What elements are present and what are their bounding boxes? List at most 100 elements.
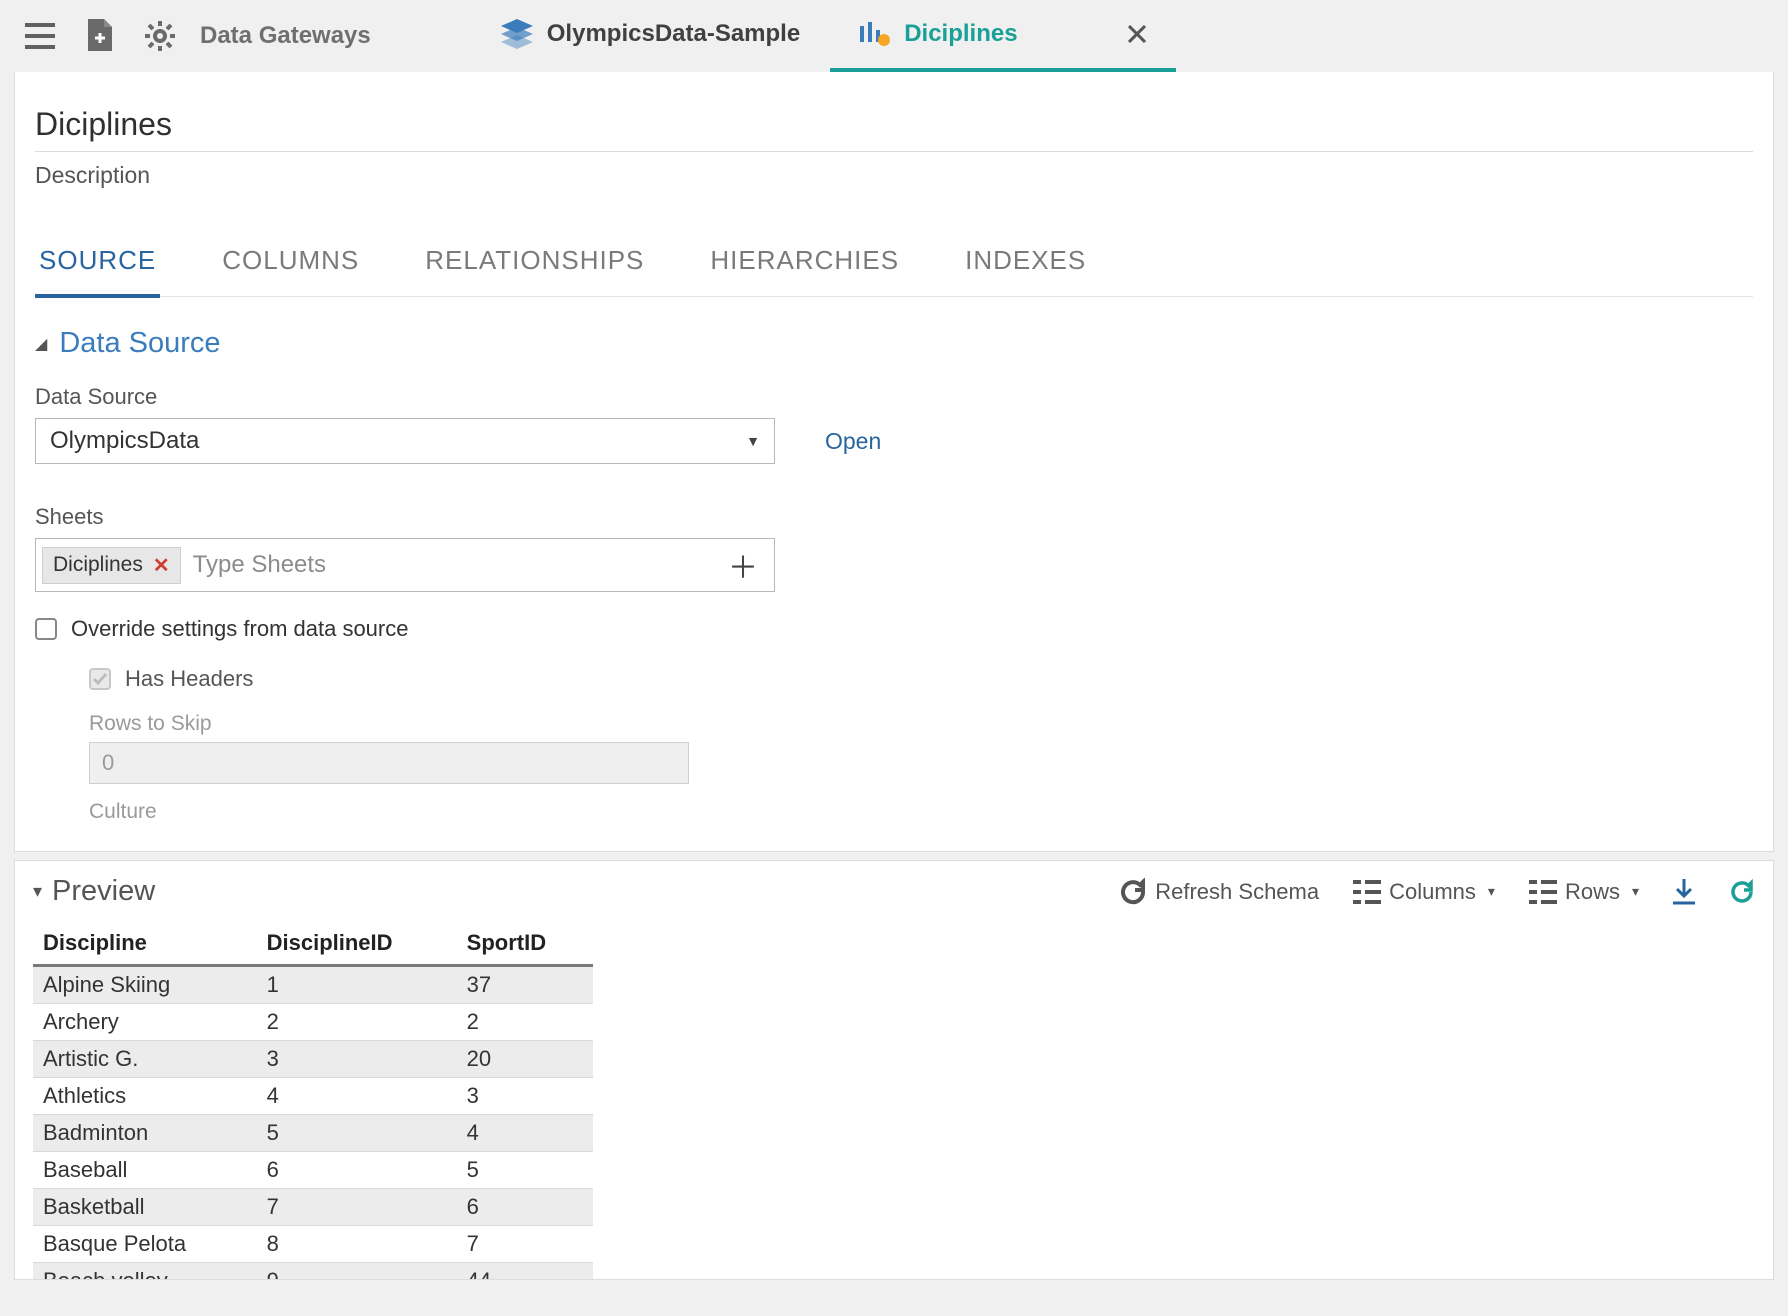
table-header[interactable]: Discipline xyxy=(33,922,257,966)
download-button[interactable] xyxy=(1673,879,1695,905)
open-link[interactable]: Open xyxy=(825,428,881,455)
table-cell: Badminton xyxy=(33,1115,257,1152)
gear-icon[interactable] xyxy=(140,16,180,56)
table-cell: Alpine Skiing xyxy=(33,966,257,1004)
section-title: Data Source xyxy=(59,327,220,360)
override-settings-row[interactable]: Override settings from data source xyxy=(35,616,1753,642)
override-checkbox[interactable] xyxy=(35,618,57,640)
tab-label: OlympicsData-Sample xyxy=(547,20,800,48)
table-cell: 2 xyxy=(457,1004,593,1041)
rows-skip-input xyxy=(89,742,689,784)
table-cell: 3 xyxy=(257,1041,457,1078)
subtab-source[interactable]: SOURCE xyxy=(35,235,160,298)
rows-skip-label: Rows to Skip xyxy=(89,712,1753,736)
table-cell: Artistic G. xyxy=(33,1041,257,1078)
columns-label: Columns xyxy=(1389,879,1476,905)
table-row[interactable]: Basque Pelota87 xyxy=(33,1226,593,1263)
table-cell: Baseball xyxy=(33,1152,257,1189)
table-cell: Archery xyxy=(33,1004,257,1041)
datasource-value: OlympicsData xyxy=(50,427,199,455)
tab-diciplines[interactable]: Diciplines xyxy=(830,0,1175,72)
breadcrumb: Data Gateways xyxy=(200,22,371,50)
chevron-down-icon: ▾ xyxy=(1632,883,1639,900)
page-title: Diciplines xyxy=(35,106,1753,152)
sheet-chip: Diciplines ✕ xyxy=(42,547,181,584)
preview-toolbar: Refresh Schema Columns ▾ Rows ▾ xyxy=(1119,878,1755,906)
tab-label: Diciplines xyxy=(904,20,1017,48)
table-cell: 2 xyxy=(257,1004,457,1041)
subtab-indexes[interactable]: INDEXES xyxy=(961,235,1090,298)
table-cell: Athletics xyxy=(33,1078,257,1115)
table-cell: 9 xyxy=(257,1263,457,1281)
rows-label: Rows xyxy=(1565,879,1620,905)
preview-table: DisciplineDisciplineIDSportID Alpine Ski… xyxy=(33,922,593,1280)
datasource-label: Data Source xyxy=(35,384,1753,410)
table-row[interactable]: Basketball76 xyxy=(33,1189,593,1226)
layers-icon xyxy=(501,19,533,49)
table-cell: 8 xyxy=(257,1226,457,1263)
sheets-label: Sheets xyxy=(35,504,1753,530)
table-row[interactable]: Athletics43 xyxy=(33,1078,593,1115)
has-headers-checkbox xyxy=(89,668,111,690)
table-row[interactable]: Archery22 xyxy=(33,1004,593,1041)
caret-down-icon: ◢ xyxy=(35,334,47,354)
table-cell: 7 xyxy=(257,1189,457,1226)
chevron-down-icon: ▼ xyxy=(746,433,760,449)
page-description: Description xyxy=(35,162,1753,189)
tab-olympicsdata-sample[interactable]: OlympicsData-Sample xyxy=(471,0,830,72)
table-row[interactable]: Beach volley.944 xyxy=(33,1263,593,1281)
columns-icon xyxy=(1353,880,1381,904)
has-headers-row: Has Headers xyxy=(89,666,1753,692)
subtab-columns[interactable]: COLUMNS xyxy=(218,235,363,298)
table-cell: Beach volley. xyxy=(33,1263,257,1281)
sheets-input[interactable]: Diciplines ✕ Type Sheets ＋ xyxy=(35,538,775,592)
sheets-placeholder: Type Sheets xyxy=(193,551,728,579)
tabstrip: OlympicsData-Sample Diciplines xyxy=(471,0,1176,72)
table-row[interactable]: Badminton54 xyxy=(33,1115,593,1152)
table-cell: 4 xyxy=(457,1115,593,1152)
subtabs: SOURCE COLUMNS RELATIONSHIPS HIERARCHIES… xyxy=(35,235,1753,297)
subtab-relationships[interactable]: RELATIONSHIPS xyxy=(421,235,648,298)
new-file-icon[interactable] xyxy=(80,16,120,56)
table-cell: 20 xyxy=(457,1041,593,1078)
remove-chip-icon[interactable]: ✕ xyxy=(153,553,170,578)
table-cell: 5 xyxy=(257,1115,457,1152)
top-toolbar: Data Gateways OlympicsData-Sample Dicipl… xyxy=(0,0,1788,72)
add-sheet-icon[interactable]: ＋ xyxy=(728,543,768,587)
preview-header[interactable]: ▾ Preview xyxy=(33,875,155,908)
chevron-down-icon: ▾ xyxy=(33,881,42,902)
rows-icon xyxy=(1529,880,1557,904)
table-cell: 1 xyxy=(257,966,457,1004)
refresh-icon xyxy=(1119,878,1147,906)
table-cell: 3 xyxy=(457,1078,593,1115)
table-cell: 5 xyxy=(457,1152,593,1189)
datasource-select[interactable]: OlympicsData ▼ xyxy=(35,418,775,464)
close-icon[interactable] xyxy=(1128,25,1146,43)
table-cell: 6 xyxy=(457,1189,593,1226)
table-cell: 44 xyxy=(457,1263,593,1281)
section-data-source-header[interactable]: ◢ Data Source xyxy=(35,327,1753,360)
table-cell: Basque Pelota xyxy=(33,1226,257,1263)
preview-panel: ▾ Preview Refresh Schema Columns ▾ xyxy=(14,860,1774,1280)
table-row[interactable]: Alpine Skiing137 xyxy=(33,966,593,1004)
table-cell: 7 xyxy=(457,1226,593,1263)
table-row[interactable]: Baseball65 xyxy=(33,1152,593,1189)
refresh-schema-button[interactable]: Refresh Schema xyxy=(1119,878,1319,906)
preview-title-text: Preview xyxy=(52,875,155,908)
refresh-schema-label: Refresh Schema xyxy=(1155,879,1319,905)
table-header[interactable]: SportID xyxy=(457,922,593,966)
table-header[interactable]: DisciplineID xyxy=(257,922,457,966)
table-cell: 4 xyxy=(257,1078,457,1115)
has-headers-label: Has Headers xyxy=(125,666,253,692)
table-cell: Basketball xyxy=(33,1189,257,1226)
override-label: Override settings from data source xyxy=(71,616,408,642)
menu-icon[interactable] xyxy=(20,16,60,56)
culture-label: Culture xyxy=(89,800,1753,824)
main-panel: Diciplines Description SOURCE COLUMNS RE… xyxy=(14,72,1774,852)
rows-dropdown[interactable]: Rows ▾ xyxy=(1529,879,1639,905)
columns-dropdown[interactable]: Columns ▾ xyxy=(1353,879,1495,905)
table-cell: 6 xyxy=(257,1152,457,1189)
refresh-button[interactable] xyxy=(1729,879,1755,905)
table-row[interactable]: Artistic G.320 xyxy=(33,1041,593,1078)
subtab-hierarchies[interactable]: HIERARCHIES xyxy=(706,235,903,298)
